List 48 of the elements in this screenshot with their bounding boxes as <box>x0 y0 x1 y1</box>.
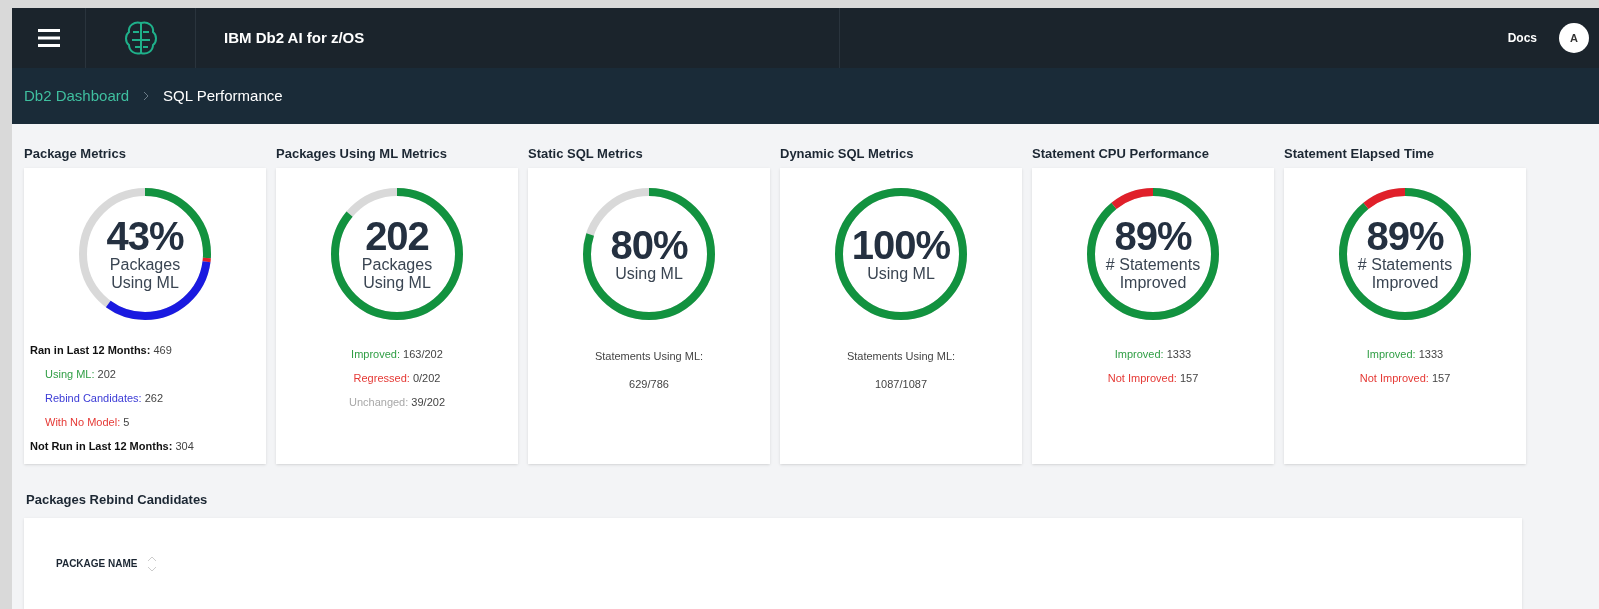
stat-line: Improved: 1333 <box>1366 347 1444 362</box>
user-avatar[interactable]: A <box>1559 23 1589 53</box>
metric-value: 80% <box>610 225 688 265</box>
stat-line: Not Improved: 157 <box>1107 371 1199 386</box>
metric-caption: # Statements <box>1105 256 1201 274</box>
sort-icon <box>147 554 158 573</box>
stat-line: With No Model: 5 <box>45 415 131 430</box>
metric-value: 89% <box>1114 216 1192 256</box>
stat-line: Rebind Candidates: 262 <box>45 391 165 406</box>
section-title: Packages Rebind Candidates <box>25 491 209 509</box>
column-header[interactable]: PACKAGE NAME <box>56 554 158 573</box>
section-title: Dynamic SQL Metrics <box>780 145 915 163</box>
stat-line: Improved: 1333 <box>1114 347 1192 362</box>
metric-caption: Packages <box>109 256 181 274</box>
stat-line: 1087/1087 <box>875 377 927 392</box>
section-title: Statement CPU Performance <box>1032 145 1210 163</box>
metric-caption: # Statements <box>1357 256 1453 274</box>
metric-value: 89% <box>1366 216 1444 256</box>
metric-caption: Improved <box>1119 274 1187 292</box>
stat-line: Improved: 163/202 <box>351 347 443 362</box>
section-title: Packages Using ML Metrics <box>276 145 448 163</box>
chevron-icon <box>143 91 150 101</box>
metric-caption: Packages <box>361 256 433 274</box>
section-title: Statement Elapsed Time <box>1284 145 1436 163</box>
section-title: Static SQL Metrics <box>528 145 644 163</box>
stat-line: Unchanged: 39/202 <box>348 395 445 410</box>
brain-logo-icon <box>123 20 158 56</box>
stat-line: Using ML: 202 <box>45 367 117 382</box>
stat-line: Ran in Last 12 Months: 469 <box>30 343 173 358</box>
metric-value: 202 <box>365 216 429 256</box>
metric-value: 43% <box>106 216 184 256</box>
metric-caption: Using ML <box>111 274 179 292</box>
stat-line: Not Run in Last 12 Months: 304 <box>30 439 194 454</box>
metric-caption: Improved <box>1371 274 1439 292</box>
stat-line: Statements Using ML: <box>846 349 956 364</box>
stat-line: Regressed: 0/202 <box>353 371 441 386</box>
stat-line: Not Improved: 157 <box>1359 371 1451 386</box>
metric-value: 100% <box>851 225 951 265</box>
section-title: Package Metrics <box>24 145 127 163</box>
metric-caption: Using ML <box>615 265 683 283</box>
stat-line: Statements Using ML: <box>594 349 704 364</box>
app-title: IBM Db2 AI for z/OS <box>224 27 365 48</box>
metric-caption: Using ML <box>867 265 935 283</box>
breadcrumb-link[interactable]: Db2 Dashboard <box>24 84 130 108</box>
stat-line: 629/786 <box>629 377 669 392</box>
metric-caption: Using ML <box>363 274 431 292</box>
breadcrumb-current: SQL Performance <box>163 85 283 106</box>
docs-link[interactable]: Docs <box>1507 29 1537 47</box>
